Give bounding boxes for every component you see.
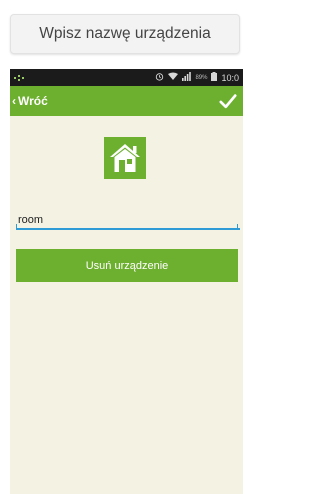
check-icon[interactable] <box>219 92 237 110</box>
delete-device-button[interactable]: Usuń urządzenie <box>16 249 238 282</box>
input-underline-end <box>237 224 238 230</box>
input-underline-start <box>16 224 17 230</box>
input-hint-tooltip: Wpisz nazwę urządzenia <box>10 14 240 54</box>
chevron-left-icon: ‹ <box>12 94 16 108</box>
tooltip-text: Wpisz nazwę urządzenia <box>39 25 211 42</box>
device-name-input[interactable] <box>16 211 240 230</box>
cell-signal-icon <box>182 72 192 83</box>
app-bar: ‹ Wróć <box>10 86 243 116</box>
status-bar: 89% 10:0 <box>10 69 243 86</box>
alarm-icon <box>155 72 164 83</box>
battery-icon <box>211 72 218 83</box>
clock: 10:0 <box>221 72 239 83</box>
back-button[interactable]: ‹ Wróć <box>12 94 48 108</box>
house-icon[interactable] <box>104 137 146 179</box>
notification-icon <box>14 74 30 82</box>
back-label: Wróć <box>18 94 48 108</box>
battery-percent: 89% <box>195 74 208 81</box>
wifi-icon <box>168 72 179 83</box>
delete-device-label: Usuń urządzenie <box>85 259 169 272</box>
phone-screen: 89% 10:0 ‹ Wróć Usuń urządzenie <box>10 69 243 494</box>
